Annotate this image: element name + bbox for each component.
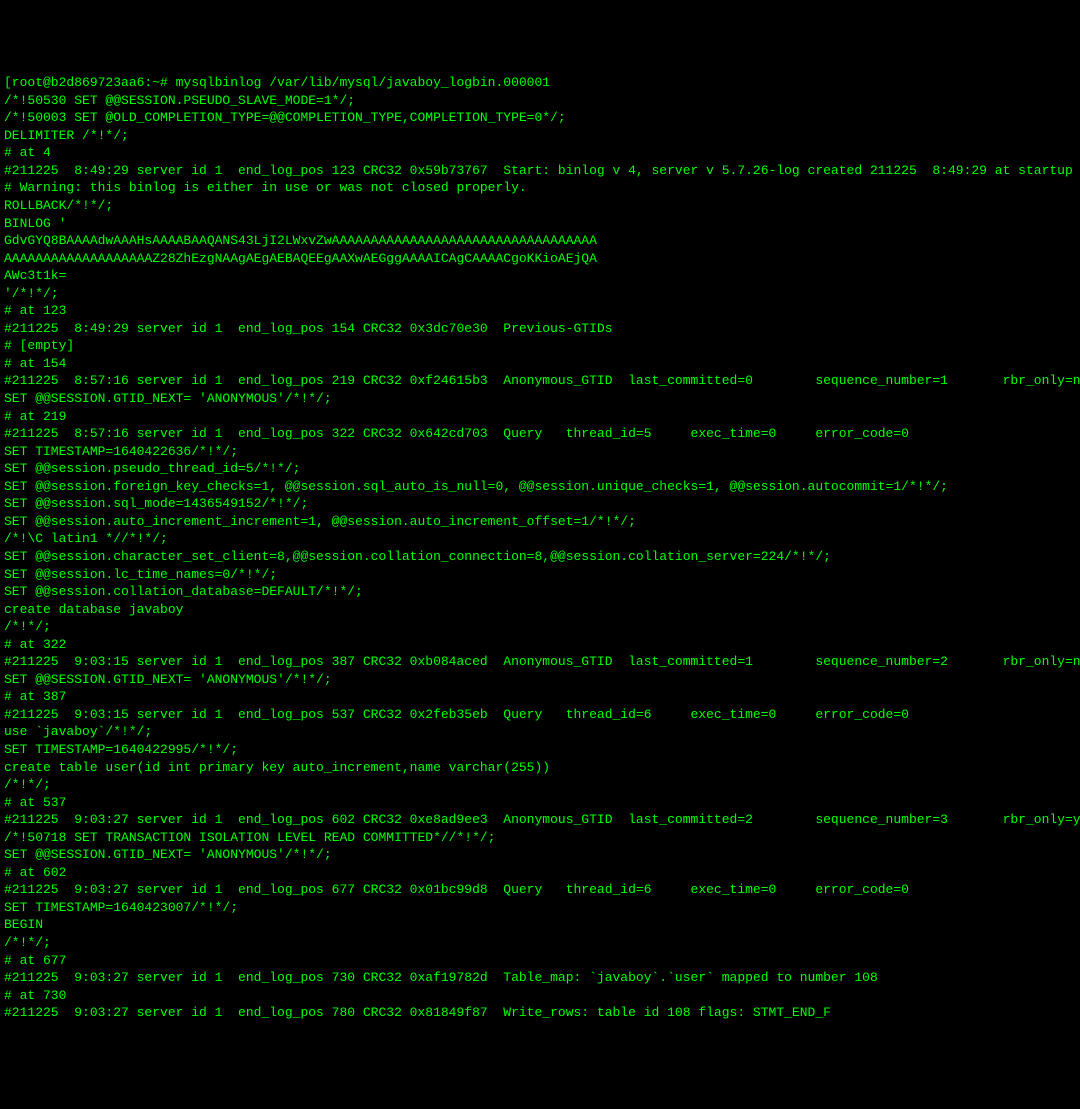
terminal-line: # Warning: this binlog is either in use … (4, 179, 1076, 197)
terminal-line: # at 4 (4, 144, 1076, 162)
terminal-line: BINLOG ' (4, 215, 1076, 233)
terminal-line: # at 322 (4, 636, 1076, 654)
terminal-line: SET TIMESTAMP=1640422995/*!*/; (4, 741, 1076, 759)
terminal-line: AAAAAAAAAAAAAAAAAAAZ28ZhEzgNAAgAEgAEBAQE… (4, 250, 1076, 268)
terminal-line: AWc3t1k= (4, 267, 1076, 285)
terminal-line: # at 123 (4, 302, 1076, 320)
terminal-line: SET @@session.sql_mode=1436549152/*!*/; (4, 495, 1076, 513)
terminal-line: # at 154 (4, 355, 1076, 373)
terminal-line: #211225 8:49:29 server id 1 end_log_pos … (4, 320, 1076, 338)
terminal-line: create database javaboy (4, 601, 1076, 619)
terminal-line: SET @@SESSION.GTID_NEXT= 'ANONYMOUS'/*!*… (4, 671, 1076, 689)
terminal-line: SET @@session.character_set_client=8,@@s… (4, 548, 1076, 566)
terminal-output[interactable]: [root@b2d869723aa6:~# mysqlbinlog /var/l… (4, 74, 1076, 1022)
terminal-line: SET @@session.auto_increment_increment=1… (4, 513, 1076, 531)
terminal-line: # at 387 (4, 688, 1076, 706)
terminal-line: /*!50718 SET TRANSACTION ISOLATION LEVEL… (4, 829, 1076, 847)
terminal-line: DELIMITER /*!*/; (4, 127, 1076, 145)
terminal-line: SET @@session.lc_time_names=0/*!*/; (4, 566, 1076, 584)
terminal-line: /*!50003 SET @OLD_COMPLETION_TYPE=@@COMP… (4, 109, 1076, 127)
terminal-line: SET @@session.pseudo_thread_id=5/*!*/; (4, 460, 1076, 478)
terminal-line: use `javaboy`/*!*/; (4, 723, 1076, 741)
terminal-line: SET @@session.collation_database=DEFAULT… (4, 583, 1076, 601)
terminal-line: SET @@SESSION.GTID_NEXT= 'ANONYMOUS'/*!*… (4, 390, 1076, 408)
terminal-line: ROLLBACK/*!*/; (4, 197, 1076, 215)
terminal-line: SET @@SESSION.GTID_NEXT= 'ANONYMOUS'/*!*… (4, 846, 1076, 864)
terminal-line: #211225 8:57:16 server id 1 end_log_pos … (4, 372, 1076, 390)
terminal-line: # at 677 (4, 952, 1076, 970)
terminal-line: SET TIMESTAMP=1640423007/*!*/; (4, 899, 1076, 917)
terminal-line: # [empty] (4, 337, 1076, 355)
terminal-line: # at 602 (4, 864, 1076, 882)
terminal-line: #211225 9:03:27 server id 1 end_log_pos … (4, 1004, 1076, 1022)
terminal-line: [root@b2d869723aa6:~# mysqlbinlog /var/l… (4, 74, 1076, 92)
terminal-line: #211225 9:03:15 server id 1 end_log_pos … (4, 653, 1076, 671)
terminal-line: #211225 9:03:15 server id 1 end_log_pos … (4, 706, 1076, 724)
terminal-line: #211225 8:57:16 server id 1 end_log_pos … (4, 425, 1076, 443)
terminal-line: BEGIN (4, 916, 1076, 934)
terminal-line: #211225 9:03:27 server id 1 end_log_pos … (4, 881, 1076, 899)
terminal-line: #211225 9:03:27 server id 1 end_log_pos … (4, 969, 1076, 987)
terminal-line: # at 537 (4, 794, 1076, 812)
terminal-line: /*!50530 SET @@SESSION.PSEUDO_SLAVE_MODE… (4, 92, 1076, 110)
terminal-line: /*!*/; (4, 776, 1076, 794)
terminal-line: /*!\C latin1 *//*!*/; (4, 530, 1076, 548)
terminal-line: SET @@session.foreign_key_checks=1, @@se… (4, 478, 1076, 496)
terminal-line: create table user(id int primary key aut… (4, 759, 1076, 777)
terminal-line: '/*!*/; (4, 285, 1076, 303)
terminal-line: SET TIMESTAMP=1640422636/*!*/; (4, 443, 1076, 461)
terminal-line: #211225 8:49:29 server id 1 end_log_pos … (4, 162, 1076, 180)
terminal-line: # at 730 (4, 987, 1076, 1005)
terminal-line: /*!*/; (4, 934, 1076, 952)
terminal-line: GdvGYQ8BAAAAdwAAAHsAAAABAAQANS43LjI2LWxv… (4, 232, 1076, 250)
terminal-line: /*!*/; (4, 618, 1076, 636)
terminal-line: # at 219 (4, 408, 1076, 426)
terminal-line: #211225 9:03:27 server id 1 end_log_pos … (4, 811, 1076, 829)
